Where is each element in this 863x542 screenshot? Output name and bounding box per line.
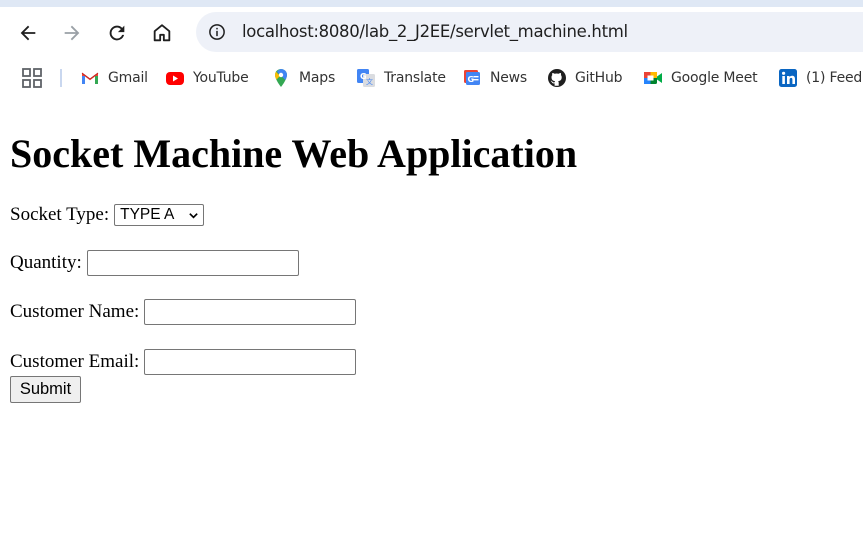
bookmark-label: Google Meet — [671, 70, 758, 86]
bookmarks-separator — [60, 69, 62, 87]
bookmarks-bar: Gmail YouTube Maps G文 Translate G News G… — [0, 62, 863, 94]
home-icon — [153, 24, 171, 42]
url-text[interactable]: localhost:8080/lab_2_J2EE/servlet_machin… — [242, 22, 628, 41]
bookmark-translate[interactable]: G文 Translate — [356, 67, 446, 89]
bookmark-linkedin-feed[interactable]: (1) Feed — [778, 67, 862, 89]
submit-button[interactable]: Submit — [10, 376, 81, 403]
bookmark-label: Translate — [384, 70, 446, 86]
quantity-label: Quantity: — [10, 252, 82, 273]
bookmark-label: YouTube — [193, 70, 249, 86]
youtube-icon — [165, 68, 185, 88]
bookmark-news[interactable]: G News — [462, 67, 527, 89]
customer-name-row: Customer Name: — [10, 299, 357, 325]
bookmark-label: Maps — [299, 70, 336, 86]
arrow-left-icon — [20, 25, 36, 41]
home-button[interactable] — [148, 19, 176, 47]
forward-button[interactable] — [58, 19, 86, 47]
bookmark-label: GitHub — [575, 70, 623, 86]
customer-email-input[interactable] — [144, 349, 357, 375]
bookmark-label: (1) Feed — [806, 70, 863, 86]
bookmark-gmail[interactable]: Gmail — [80, 67, 148, 89]
customer-name-label: Customer Name: — [10, 301, 140, 322]
bookmark-google-meet[interactable]: Google Meet — [643, 67, 758, 89]
bookmark-label: Gmail — [108, 70, 148, 86]
socket-type-select[interactable]: TYPE A — [114, 204, 205, 226]
address-bar[interactable]: localhost:8080/lab_2_J2EE/servlet_machin… — [196, 12, 863, 52]
socket-type-selected-value: TYPE A — [120, 206, 175, 223]
chevron-down-icon — [189, 213, 198, 219]
maps-icon — [271, 68, 291, 88]
reload-icon — [109, 25, 125, 41]
page-title: Socket Machine Web Application — [10, 131, 578, 176]
bookmark-label: News — [490, 70, 528, 86]
github-icon — [547, 68, 567, 88]
socket-type-label: Socket Type: — [10, 204, 110, 225]
bookmark-maps[interactable]: Maps — [271, 67, 335, 89]
apps-grid-icon[interactable] — [22, 68, 42, 88]
svg-text:文: 文 — [366, 77, 373, 86]
linkedin-icon — [778, 68, 798, 88]
meet-icon — [643, 68, 663, 88]
customer-email-row: Customer Email: — [10, 349, 357, 375]
reload-button[interactable] — [103, 19, 131, 47]
news-icon: G — [462, 68, 482, 88]
gmail-icon — [80, 68, 100, 88]
arrow-right-icon — [64, 25, 80, 41]
quantity-input[interactable] — [86, 250, 299, 276]
bookmark-youtube[interactable]: YouTube — [165, 67, 249, 89]
bookmark-github[interactable]: GitHub — [547, 67, 623, 89]
browser-toolbar: localhost:8080/lab_2_J2EE/servlet_machin… — [0, 0, 863, 62]
customer-email-label: Customer Email: — [10, 351, 140, 372]
quantity-row: Quantity: — [10, 250, 299, 276]
back-button[interactable] — [14, 19, 42, 47]
translate-icon: G文 — [356, 68, 376, 88]
customer-name-input[interactable] — [144, 299, 357, 325]
info-icon[interactable] — [208, 23, 226, 41]
svg-text:G: G — [468, 75, 475, 84]
socket-type-row: Socket Type: TYPE A — [10, 204, 205, 226]
